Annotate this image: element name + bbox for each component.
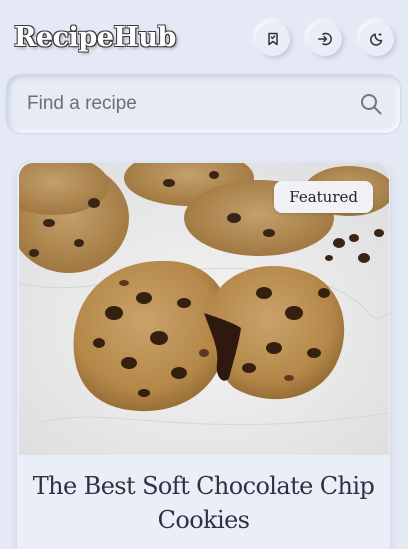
- brand-logo[interactable]: RecipeHub: [14, 22, 176, 53]
- recipe-card[interactable]: Featured The Best Soft Chocolate Chip Co…: [17, 163, 390, 549]
- bookmark-icon: [268, 32, 278, 46]
- search-bar: [7, 75, 400, 133]
- login-button[interactable]: [308, 22, 342, 56]
- bookmark-button[interactable]: [256, 22, 290, 56]
- featured-badge: Featured: [274, 181, 373, 213]
- recipe-title[interactable]: The Best Soft Chocolate Chip Cookies: [17, 469, 390, 537]
- login-icon: [318, 32, 332, 46]
- theme-toggle-button[interactable]: [360, 22, 394, 56]
- recipe-image[interactable]: Featured: [19, 163, 389, 455]
- search-icon[interactable]: [359, 92, 383, 116]
- search-input[interactable]: [27, 75, 347, 133]
- app-header: RecipeHub: [0, 0, 408, 80]
- moon-icon: [370, 32, 383, 46]
